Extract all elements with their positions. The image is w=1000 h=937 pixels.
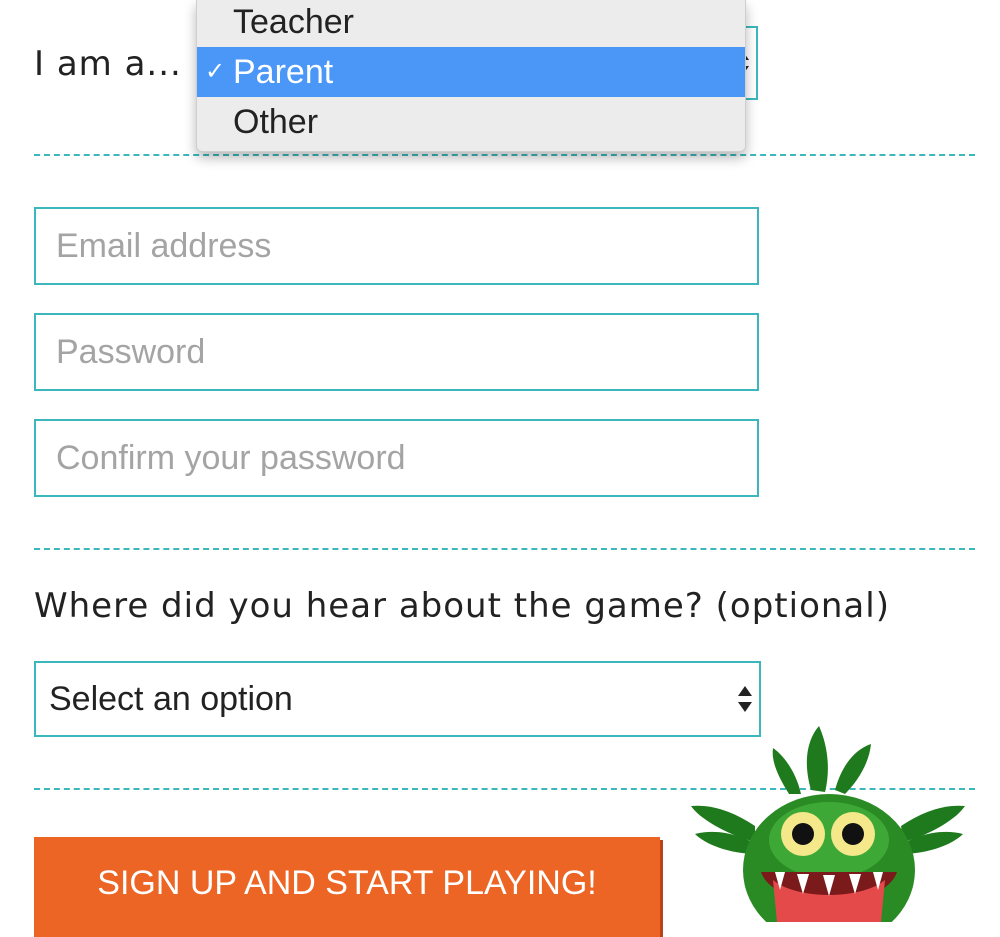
email-field-box: [34, 207, 759, 285]
section-divider: [34, 548, 975, 550]
referral-question: Where did you hear about the game? (opti…: [34, 586, 890, 626]
role-option-parent[interactable]: ✓ Parent: [197, 47, 745, 97]
green-monster-mascot: [691, 726, 965, 922]
role-option-teacher[interactable]: Teacher: [197, 0, 745, 47]
referral-select-value: Select an option: [49, 680, 293, 718]
role-option-label: Other: [233, 103, 319, 141]
role-option-label: Teacher: [233, 3, 354, 41]
confirm-password-field[interactable]: [36, 421, 757, 495]
section-divider: [34, 154, 975, 156]
role-option-other[interactable]: Other: [197, 97, 745, 147]
password-field[interactable]: [36, 315, 757, 389]
password-field-box: [34, 313, 759, 391]
confirm-password-field-box: [34, 419, 759, 497]
email-field[interactable]: [36, 209, 757, 283]
referral-select[interactable]: Select an option: [34, 661, 761, 737]
role-option-label: Parent: [233, 53, 334, 91]
up-down-arrows-icon: [738, 686, 752, 712]
role-label: I am a...: [34, 44, 182, 84]
checkmark-icon: ✓: [205, 58, 226, 85]
role-dropdown-menu: Teacher ✓ Parent Other: [196, 0, 746, 152]
signup-button[interactable]: SIGN UP AND START PLAYING!: [34, 837, 660, 937]
